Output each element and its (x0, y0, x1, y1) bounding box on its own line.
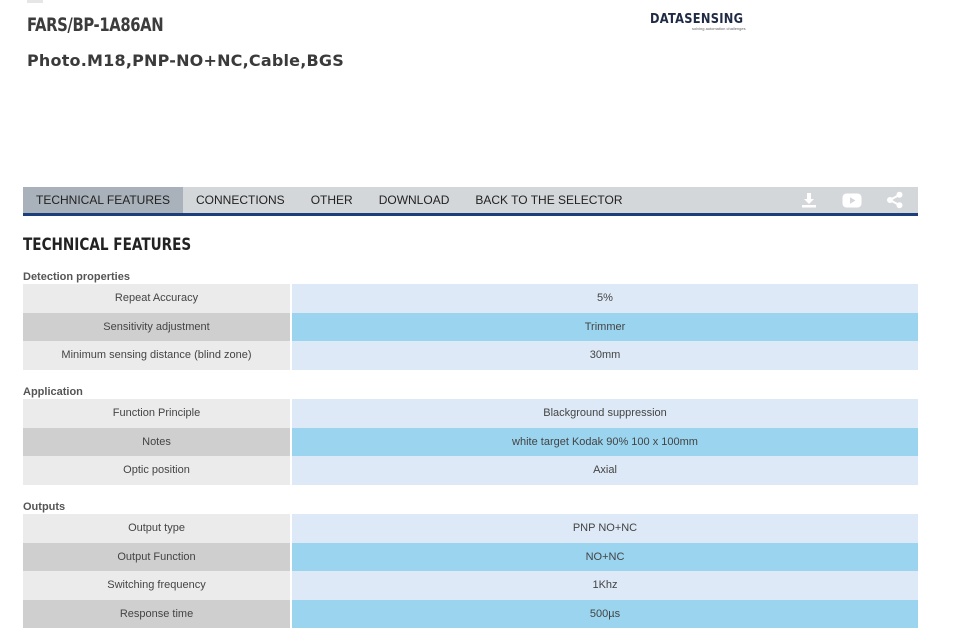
row-value: Trimmer (292, 312, 918, 341)
row-value: PNP NO+NC (292, 514, 918, 543)
row-value: 5% (292, 284, 918, 313)
group-title: Outputs (23, 501, 66, 513)
table-row: Repeat Accuracy 5% (23, 284, 918, 313)
table-row: Response time 500µs (23, 599, 918, 628)
row-label: Output type (23, 514, 290, 543)
row-value: 1Khz (292, 571, 918, 600)
tab-bar: TECHNICAL FEATURES CONNECTIONS OTHER DOW… (23, 187, 918, 216)
row-label: Output Function (23, 542, 290, 571)
row-value: white target Kodak 90% 100 x 100mm (292, 427, 918, 456)
tab-download[interactable]: DOWNLOAD (366, 187, 463, 213)
row-label: Function Principle (23, 399, 290, 428)
section-title: TECHNICAL FEATURES (23, 235, 192, 255)
tab-back-to-selector[interactable]: BACK TO THE SELECTOR (462, 187, 635, 213)
logo-tagline: solving automation challenges (692, 26, 746, 31)
row-label: Minimum sensing distance (blind zone) (23, 341, 290, 370)
table-row: Function Principle Blackground suppressi… (23, 399, 918, 428)
logo-text: DATASENSING (650, 12, 744, 27)
table-row: Minimum sensing distance (blind zone) 30… (23, 341, 918, 370)
product-description: Photo.M18,PNP-NO+NC,Cable,BGS (27, 51, 344, 70)
group-title: Application (23, 386, 83, 398)
youtube-icon[interactable] (841, 189, 863, 211)
table-row: Notes white target Kodak 90% 100 x 100mm (23, 427, 918, 456)
row-label: Sensitivity adjustment (23, 312, 290, 341)
brand-logo[interactable]: DATASENSING solving automation challenge… (650, 12, 746, 36)
row-value: 30mm (292, 341, 918, 370)
table-row: Output Function NO+NC (23, 542, 918, 571)
group-outputs: Outputs Output type PNP NO+NC Output Fun… (23, 500, 918, 628)
row-label: Optic position (23, 456, 290, 485)
tab-actions (777, 187, 918, 213)
row-label: Response time (23, 599, 290, 628)
table-row: Switching frequency 1Khz (23, 571, 918, 600)
row-label: Switching frequency (23, 571, 290, 600)
tab-connections[interactable]: CONNECTIONS (183, 187, 298, 213)
table-row: Output type PNP NO+NC (23, 514, 918, 543)
row-label: Repeat Accuracy (23, 284, 290, 313)
row-value: 500µs (292, 599, 918, 628)
product-code: FARS/BP-1A86AN (27, 14, 164, 36)
download-icon[interactable] (798, 189, 820, 211)
table-row: Sensitivity adjustment Trimmer (23, 312, 918, 341)
tab-technical-features[interactable]: TECHNICAL FEATURES (23, 187, 184, 213)
row-value: Blackground suppression (292, 399, 918, 428)
group-title: Detection properties (23, 271, 130, 283)
table-row: Optic position Axial (23, 456, 918, 485)
tab-other[interactable]: OTHER (298, 187, 366, 213)
group-application: Application Function Principle Blackgrou… (23, 385, 918, 485)
row-label: Notes (23, 427, 290, 456)
row-value: NO+NC (292, 542, 918, 571)
top-divider (27, 0, 43, 3)
row-value: Axial (292, 456, 918, 485)
share-icon[interactable] (884, 189, 906, 211)
group-detection-properties: Detection properties Repeat Accuracy 5% … (23, 270, 918, 370)
